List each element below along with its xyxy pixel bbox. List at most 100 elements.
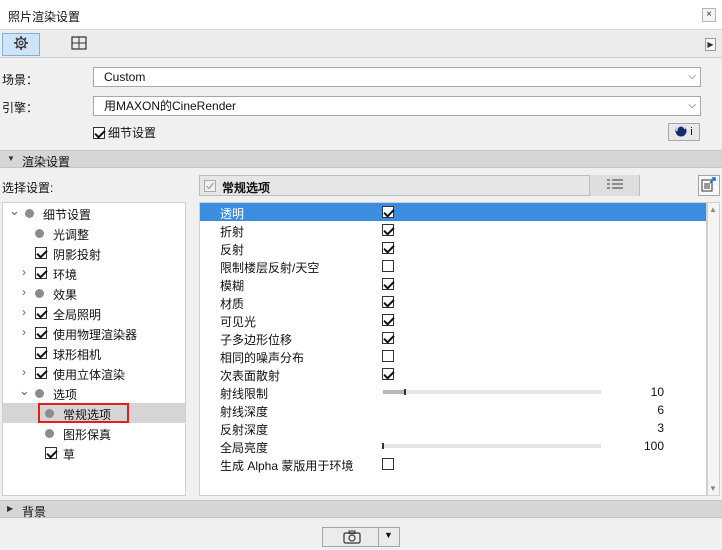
property-checkbox[interactable] [382, 242, 394, 254]
engine-dropdown[interactable]: 用MAXON的CineRender ⌵ [93, 96, 701, 116]
property-value[interactable]: 3 [657, 421, 664, 435]
property-checkbox[interactable] [382, 314, 394, 326]
tree-item-label: 选项 [53, 388, 78, 402]
scroll-down-icon[interactable]: ▼ [709, 484, 717, 493]
property-row[interactable]: 材质 [200, 293, 706, 311]
slider-thumb[interactable] [382, 443, 384, 449]
tree-item-checkbox[interactable] [45, 447, 57, 459]
status-dot-icon [35, 289, 44, 298]
tab-layout[interactable] [60, 33, 98, 56]
property-label: 次表面散射 [220, 369, 281, 383]
scene-dropdown[interactable]: Custom ⌵ [93, 67, 701, 87]
property-row[interactable]: 可见光 [200, 311, 706, 329]
tree-item-checkbox[interactable] [35, 347, 47, 359]
tree-item[interactable]: 光调整 [3, 223, 185, 243]
property-row[interactable]: 射线限制 10 [200, 383, 706, 401]
slider-thumb[interactable] [403, 389, 406, 395]
property-checkbox[interactable] [382, 296, 394, 308]
tree-item-checkbox[interactable] [35, 307, 47, 319]
property-row[interactable]: 相同的噪声分布 [200, 347, 706, 365]
tree-item-checkbox[interactable] [35, 367, 47, 379]
info-label: i [690, 126, 693, 138]
tree-item[interactable]: › 使用立体渲染 [3, 363, 185, 383]
render-settings-section[interactable]: ▼ 渲染设置 [0, 150, 722, 169]
tree-item-label: 使用物理渲染器 [53, 328, 138, 342]
property-row[interactable]: 全局亮度 100 [200, 437, 706, 455]
property-checkbox[interactable] [382, 368, 394, 380]
property-value[interactable]: 100 [644, 439, 664, 453]
property-slider[interactable] [383, 389, 601, 395]
tab-settings[interactable] [2, 33, 40, 56]
property-checkbox[interactable] [382, 260, 394, 272]
chevron-down-icon: ⌵ [688, 100, 696, 111]
list-icon [606, 178, 623, 193]
property-checkbox[interactable] [382, 332, 394, 344]
chevron-right-icon[interactable]: › [19, 285, 29, 299]
tree-item[interactable]: ⌄ 选项 [3, 383, 185, 403]
property-checkbox[interactable] [382, 224, 394, 236]
property-row[interactable]: 反射 [200, 239, 706, 257]
export-settings-button[interactable] [698, 175, 720, 196]
property-row[interactable]: 次表面散射 [200, 365, 706, 383]
property-value[interactable]: 6 [657, 403, 664, 417]
tree-item[interactable]: 阴影投射 [3, 243, 185, 263]
property-checkbox[interactable] [382, 458, 394, 470]
tree-item-checkbox[interactable] [35, 267, 47, 279]
chevron-right-icon[interactable]: › [19, 305, 29, 319]
detail-settings-label: 细节设置 [108, 126, 157, 140]
property-row[interactable]: 生成 Alpha 蒙版用于环境 [200, 455, 706, 473]
tree-item[interactable]: 常规选项 [3, 403, 185, 423]
property-row[interactable]: 射线深度 6 [200, 401, 706, 419]
property-label: 反射深度 [220, 423, 269, 437]
tree-item[interactable]: › 使用物理渲染器 [3, 323, 185, 343]
chevron-down-icon[interactable]: ▼ [384, 530, 393, 540]
tree-item-checkbox[interactable] [35, 247, 47, 259]
property-row[interactable]: 折射 [200, 221, 706, 239]
scroll-up-icon[interactable]: ▲ [709, 205, 717, 214]
property-value[interactable]: 10 [651, 385, 664, 399]
property-checkbox[interactable] [382, 350, 394, 362]
gear-icon [13, 35, 29, 54]
property-row[interactable]: 子多边形位移 [200, 329, 706, 347]
tree-item[interactable]: 球形相机 [3, 343, 185, 363]
tree-item[interactable]: 图形保真 [3, 423, 185, 443]
properties-list[interactable]: 透明 折射 反射 限制楼层反射/天空 模糊 材质 可见光 子多边形位移 相同的噪声分布次表面散射… [199, 202, 707, 496]
render-button[interactable]: ▼ [322, 527, 400, 547]
chevron-right-icon[interactable]: › [19, 325, 29, 339]
background-section[interactable]: ▶ 背景 [0, 500, 722, 519]
select-settings-label: 选择设置: [2, 181, 54, 195]
property-checkbox[interactable] [382, 206, 394, 218]
title-bar: 照片渲染设置 × [0, 0, 722, 30]
close-button[interactable]: × [702, 8, 716, 22]
engine-info-button[interactable]: i [668, 123, 700, 141]
cinerender-logo-icon [675, 124, 687, 140]
tree-item[interactable]: 草 [3, 443, 185, 463]
properties-scrollbar[interactable]: ▲ ▼ [707, 202, 720, 496]
scene-value: Custom [104, 70, 146, 84]
property-row[interactable]: 透明 [200, 203, 706, 221]
property-row[interactable]: 模糊 [200, 275, 706, 293]
chevron-right-icon[interactable]: › [19, 265, 29, 279]
tree-item-checkbox[interactable] [35, 327, 47, 339]
tree-item[interactable]: › 效果 [3, 283, 185, 303]
chevron-down-icon[interactable]: ⌄ [19, 383, 30, 399]
settings-tree[interactable]: ⌄ 细节设置 光调整 阴影投射 › 环境 › 效果 › 全局照明 › 使用物理渲染器 球形相机 › 使用立体… [2, 202, 186, 496]
tree-item[interactable]: ⌄ 细节设置 [3, 203, 185, 223]
tree-item[interactable]: › 环境 [3, 263, 185, 283]
property-slider[interactable] [382, 443, 601, 449]
property-row[interactable]: 限制楼层反射/天空 [200, 257, 706, 275]
property-row[interactable]: 反射深度 3 [200, 419, 706, 437]
tree-item[interactable]: › 全局照明 [3, 303, 185, 323]
list-view-button[interactable] [589, 175, 639, 196]
layout-grid-icon [71, 36, 87, 53]
chevron-down-icon: ⌵ [688, 71, 696, 82]
tab-scroll-right-button[interactable]: ▶ [705, 38, 716, 51]
property-checkbox[interactable] [382, 278, 394, 290]
window-title: 照片渲染设置 [8, 10, 81, 24]
chevron-down-icon[interactable]: ⌄ [9, 203, 20, 219]
detail-settings-checkbox[interactable] [93, 126, 105, 139]
tree-item-label: 全局照明 [53, 308, 102, 322]
tree-item-label: 细节设置 [43, 208, 92, 222]
detail-settings-toggle[interactable]: 细节设置 [93, 124, 156, 141]
chevron-right-icon[interactable]: › [19, 365, 29, 379]
